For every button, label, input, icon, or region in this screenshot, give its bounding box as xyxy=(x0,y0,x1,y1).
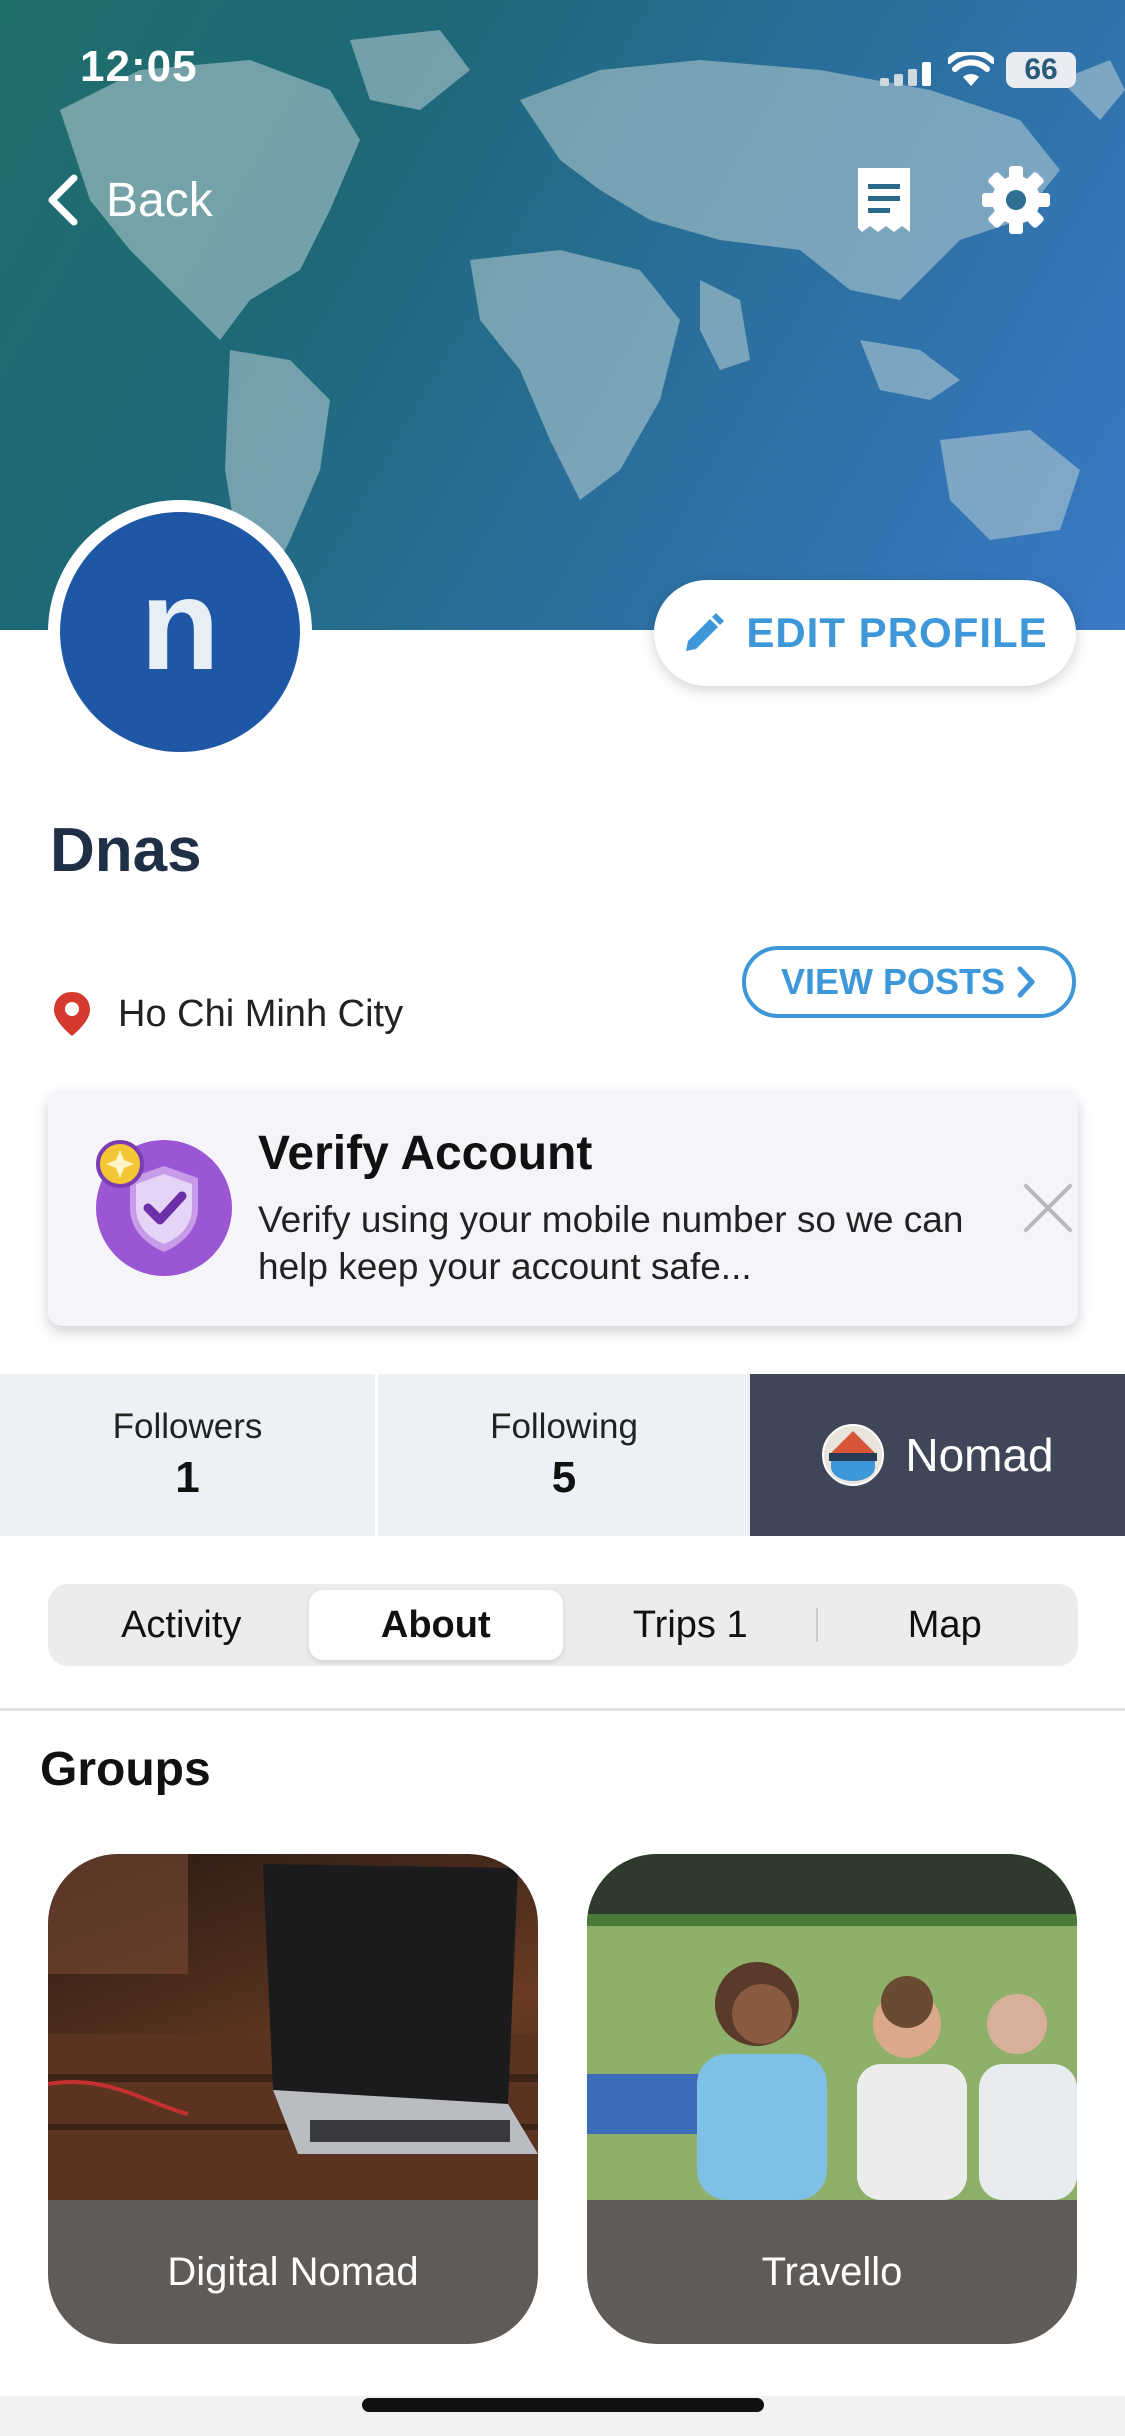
profile-tabs: Activity About Trips 1 Map xyxy=(48,1584,1078,1666)
edit-profile-label: EDIT PROFILE xyxy=(746,609,1048,656)
group-label: Travello xyxy=(587,2200,1077,2344)
view-posts-button[interactable]: VIEW POSTS xyxy=(742,946,1076,1018)
group-card-digital-nomad[interactable]: Digital Nomad xyxy=(48,1854,538,2344)
group-label: Digital Nomad xyxy=(48,2200,538,2344)
groups-heading: Groups xyxy=(40,1743,211,1796)
chevron-right-icon xyxy=(1017,966,1035,998)
status-bar: 12:05 66 xyxy=(0,0,1125,140)
home-indicator[interactable] xyxy=(362,2398,764,2412)
verify-account-card[interactable]: Verify Account Verify using your mobile … xyxy=(48,1090,1078,1326)
section-divider xyxy=(0,1708,1125,1711)
view-posts-label: VIEW POSTS xyxy=(780,961,1006,1002)
followers-count: 1 xyxy=(175,1453,200,1502)
tab-activity[interactable]: Activity xyxy=(54,1590,309,1660)
tab-trips[interactable]: Trips 1 xyxy=(563,1590,818,1660)
verify-title: Verify Account xyxy=(258,1127,593,1180)
following-count: 5 xyxy=(551,1453,577,1502)
following-label: Following xyxy=(490,1407,638,1446)
document-icon[interactable] xyxy=(850,164,918,236)
group-image-laptop xyxy=(48,1854,538,2200)
nomad-badge[interactable]: Nomad xyxy=(750,1374,1125,1536)
close-icon[interactable] xyxy=(1018,1178,1078,1238)
verify-description: Verify using your mobile number so we ca… xyxy=(258,1199,964,1287)
chevron-left-icon xyxy=(48,174,78,226)
pencil-icon xyxy=(686,613,725,651)
profile-name: Dnas xyxy=(50,816,202,885)
following-stat[interactable]: Following 5 xyxy=(375,1374,750,1536)
wifi-icon xyxy=(948,52,994,86)
avatar[interactable]: n xyxy=(60,512,300,752)
nomad-label: Nomad xyxy=(905,1429,1054,1481)
cellular-signal-icon xyxy=(880,62,931,86)
shield-check-icon xyxy=(96,1140,232,1276)
gear-icon[interactable] xyxy=(980,164,1052,236)
followers-stat[interactable]: Followers 1 xyxy=(0,1374,375,1536)
battery-indicator: 66 xyxy=(1006,52,1076,88)
back-button[interactable]: Back xyxy=(36,168,213,232)
group-image-travelers xyxy=(587,1854,1077,2200)
tab-about[interactable]: About xyxy=(308,1590,563,1660)
status-time: 12:05 xyxy=(80,42,198,91)
edit-profile-button[interactable]: EDIT PROFILE xyxy=(654,580,1076,686)
group-card-travello[interactable]: Travello xyxy=(587,1854,1077,2344)
back-label: Back xyxy=(106,173,213,227)
followers-label: Followers xyxy=(112,1407,263,1446)
nomad-badge-icon xyxy=(822,1424,885,1486)
location-label: Ho Chi Minh City xyxy=(118,992,404,1035)
tab-map[interactable]: Map xyxy=(818,1590,1073,1660)
location-pin-icon xyxy=(54,992,90,1036)
stats-row: Followers 1 Following 5 Nomad xyxy=(0,1374,1125,1536)
profile-location: Ho Chi Minh City xyxy=(52,990,403,1038)
